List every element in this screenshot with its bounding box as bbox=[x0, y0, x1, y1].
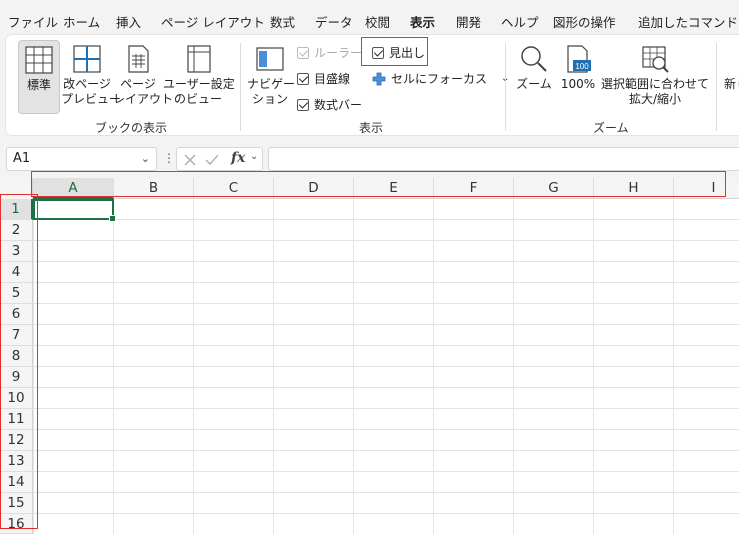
new-window-button[interactable]: 新し bbox=[721, 77, 739, 92]
tab-developer[interactable]: 開発 bbox=[456, 12, 481, 31]
ruler-checkbox-box bbox=[297, 46, 309, 59]
tab-insert[interactable]: 挿入 bbox=[116, 12, 141, 31]
tab-file[interactable]: ファイル bbox=[8, 12, 58, 31]
gridlines-checkbox-box bbox=[297, 72, 309, 85]
chevron-down-icon[interactable]: ⌄ bbox=[250, 151, 258, 162]
formula-bar-checkbox-box bbox=[297, 98, 309, 111]
page-break-preview-button[interactable]: 改ページ プレビュー bbox=[61, 40, 121, 114]
custom-views-label: ユーザー設定 のビュー bbox=[163, 77, 235, 106]
headings-highlight bbox=[361, 37, 428, 66]
insert-function-button[interactable]: fx bbox=[231, 150, 245, 166]
zoom-icon bbox=[521, 46, 547, 72]
page-break-preview-label: 改ページ プレビュー bbox=[61, 77, 122, 106]
formula-bar-label: 数式バー bbox=[314, 98, 363, 112]
navigation-icon bbox=[256, 47, 284, 71]
focus-cell-icon bbox=[372, 72, 386, 85]
tab-formulas[interactable]: 数式 bbox=[270, 12, 295, 31]
gridlines-label: 目盛線 bbox=[314, 72, 351, 86]
navigation-button[interactable]: ナビゲー ション bbox=[247, 40, 296, 114]
column-headers-highlight bbox=[31, 171, 726, 197]
zoom-100-label: 100% bbox=[560, 77, 596, 91]
tab-help[interactable]: ヘルプ bbox=[501, 12, 539, 31]
zoom-100-icon-text: 100 bbox=[575, 62, 589, 71]
new-window-label: 新し bbox=[723, 77, 739, 91]
chevron-down-icon[interactable]: ⌄ bbox=[141, 152, 150, 165]
group-separator bbox=[505, 43, 506, 131]
page-layout-view-button[interactable]: ページ レイアウト bbox=[113, 40, 173, 114]
ruler-checkbox[interactable]: ルーラー bbox=[297, 44, 362, 61]
custom-views-icon bbox=[187, 45, 211, 73]
formula-bar-checkbox[interactable]: 数式バー bbox=[297, 96, 362, 113]
normal-view-label: 標準 bbox=[26, 78, 51, 92]
group-separator bbox=[240, 43, 241, 131]
zoom-selection-icon bbox=[642, 46, 669, 73]
tab-home[interactable]: ホーム bbox=[63, 12, 100, 31]
worksheet-grid: A B C D E F G H I 1 2 3 4 5 6 7 8 9 10 1… bbox=[0, 171, 739, 534]
zoom-button[interactable]: ズーム bbox=[512, 40, 556, 114]
name-box-value: A1 bbox=[13, 151, 31, 166]
row-headers-highlight bbox=[0, 194, 38, 529]
name-box[interactable]: A1 ⌄ bbox=[6, 147, 157, 171]
tab-data[interactable]: データ bbox=[315, 12, 353, 31]
zoom-100-icon: 100 bbox=[567, 45, 591, 73]
normal-view-icon bbox=[25, 46, 53, 74]
normal-view-button[interactable]: 標準 bbox=[18, 40, 60, 114]
tab-review[interactable]: 校閲 bbox=[365, 12, 390, 31]
focus-cell-button[interactable]: セルにフォーカス ⌄ bbox=[372, 70, 509, 87]
focus-cell-label: セルにフォーカス bbox=[391, 72, 488, 86]
zoom-group-label: ズーム bbox=[593, 121, 629, 135]
ribbon: 標準 改ページ プレビュー ページ レイアウト ユーザー設定 のビュー ブックの… bbox=[5, 34, 739, 136]
navigation-label: ナビゲー ション bbox=[247, 77, 296, 106]
active-cell-a1[interactable] bbox=[33, 199, 116, 222]
show-group-label: 表示 bbox=[359, 121, 384, 135]
tab-page-layout[interactable]: ページ レイアウト bbox=[161, 12, 265, 31]
zoom-to-selection-button[interactable]: 選択範囲に合わせて 拡大/縮小 bbox=[599, 40, 711, 114]
page-layout-icon bbox=[128, 45, 149, 73]
page-break-preview-icon bbox=[73, 45, 101, 73]
tab-added-commands[interactable]: 追加したコマンド bbox=[638, 12, 738, 31]
zoom-label: ズーム bbox=[516, 77, 552, 91]
cancel-icon[interactable] bbox=[183, 153, 197, 167]
enter-check-icon[interactable] bbox=[205, 153, 219, 167]
more-options-icon[interactable]: ⋮ bbox=[163, 151, 175, 165]
group-separator bbox=[716, 43, 717, 131]
zoom-100-button[interactable]: 100 100% bbox=[558, 40, 598, 114]
tab-view[interactable]: 表示 bbox=[410, 12, 436, 37]
zoom-to-selection-label: 選択範囲に合わせて 拡大/縮小 bbox=[600, 77, 709, 106]
cell-area[interactable] bbox=[33, 199, 739, 534]
menu-bar: ファイル ホーム 挿入 ページ レイアウト 数式 データ 校閲 表示 開発 ヘル… bbox=[0, 0, 739, 37]
workbook-views-group-label: ブックの表示 bbox=[95, 121, 168, 135]
tab-shape-format[interactable]: 図形の操作 bbox=[553, 12, 616, 31]
ruler-label: ルーラー bbox=[314, 46, 363, 60]
gridlines-checkbox[interactable]: 目盛線 bbox=[297, 70, 350, 87]
formula-tools: fx ⌄ bbox=[176, 147, 263, 171]
custom-views-button[interactable]: ユーザー設定 のビュー bbox=[163, 40, 235, 114]
formula-input[interactable] bbox=[268, 147, 739, 171]
